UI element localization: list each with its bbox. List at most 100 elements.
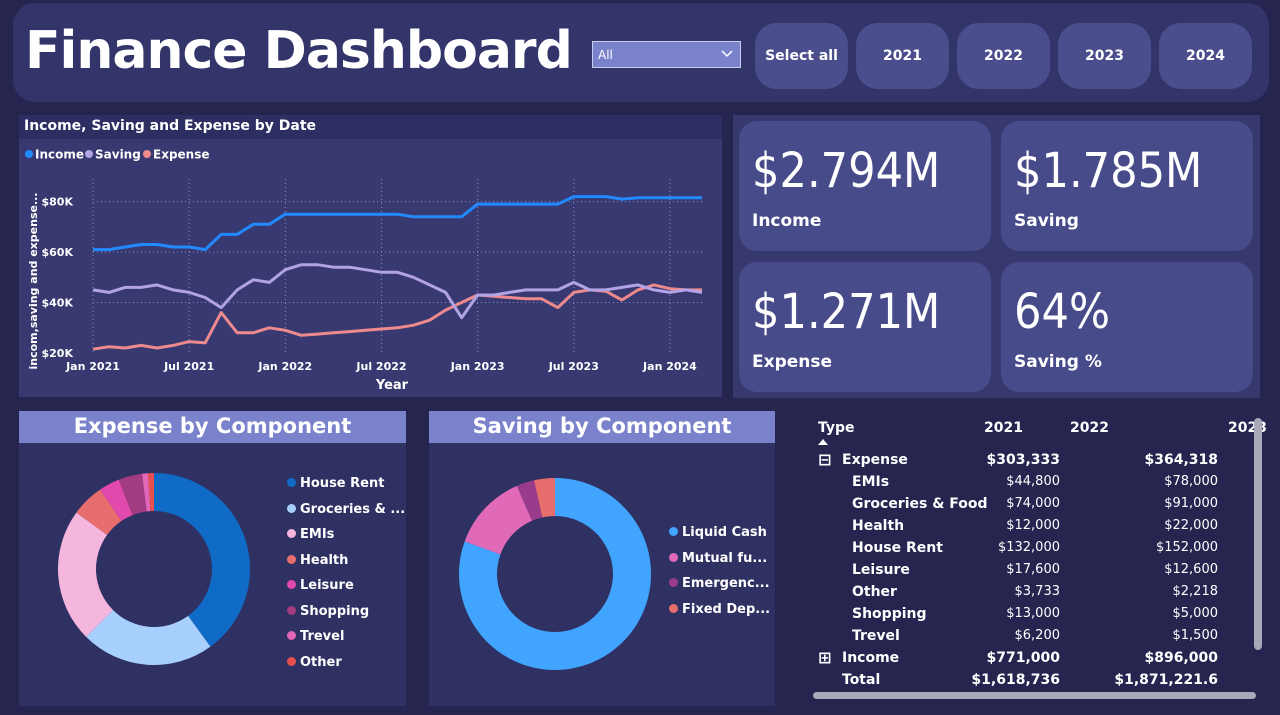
legend-label-income[interactable]: Income <box>35 148 84 162</box>
cell-2022: $5,000 <box>1172 606 1219 621</box>
row-label: Trevel <box>852 628 900 644</box>
legend-item[interactable]: Health <box>287 553 348 568</box>
table-row[interactable]: EMIs $44,800 $78,000 <box>808 474 1258 496</box>
legend-dot <box>669 527 678 536</box>
year-2023-button[interactable]: 2023 <box>1058 23 1151 89</box>
legend-item[interactable]: Mutual fu... <box>669 551 767 566</box>
legend-item[interactable]: Other <box>287 655 342 670</box>
kpi-label: Expense <box>752 352 833 372</box>
legend-item[interactable]: Liquid Cash <box>669 525 767 540</box>
y-tick-label: $80K <box>42 196 74 209</box>
cell-2021: $17,600 <box>1006 562 1060 577</box>
legend-dot <box>287 503 296 513</box>
legend-marker-income <box>25 150 33 158</box>
horizontal-scrollbar[interactable] <box>813 692 1256 699</box>
series-line-saving[interactable] <box>92 263 703 320</box>
legend-label: Health <box>300 552 349 568</box>
vertical-scrollbar[interactable] <box>1254 418 1262 650</box>
legend-item[interactable]: Groceries & ... <box>287 502 405 517</box>
select-all-button[interactable]: Select all <box>755 23 848 89</box>
y-axis-title: incom,saving and expense... <box>27 193 40 370</box>
year-2022-button[interactable]: 2022 <box>957 23 1050 89</box>
table-row[interactable]: Shopping $13,000 $5,000 <box>808 606 1258 628</box>
table-row[interactable]: Total $1,618,736 $1,871,221.6 <box>808 672 1258 694</box>
year-2021-button[interactable]: 2021 <box>856 23 949 89</box>
table-row[interactable]: Health $12,000 $22,000 <box>808 518 1258 540</box>
legend-dot <box>669 552 678 562</box>
column-header-type[interactable]: Type <box>818 420 855 436</box>
row-label: Expense <box>842 452 908 468</box>
x-tick-label: Jan 2021 <box>65 360 120 373</box>
legend-label: EMIs <box>300 527 335 542</box>
cell-2021: $13,000 <box>1006 606 1060 621</box>
cell-2022: $1,500 <box>1172 628 1219 643</box>
x-tick-label: Jul 2022 <box>355 360 406 373</box>
page-title: Finance Dashboard <box>25 21 573 81</box>
cell-2021: $74,000 <box>1006 496 1060 511</box>
legend-item[interactable]: EMIs <box>287 527 334 542</box>
legend-label: Trevel <box>300 629 345 644</box>
cell-2021: $44,800 <box>1006 474 1060 489</box>
legend-label: Groceries & ... <box>300 501 406 517</box>
legend-item[interactable]: Shopping <box>287 604 369 619</box>
legend-item[interactable]: Fixed Dep... <box>669 602 770 617</box>
legend-label: Fixed Dep... <box>682 601 771 617</box>
legend-item[interactable]: Leisure <box>287 578 354 593</box>
table-row[interactable]: Leisure $17,600 $12,600 <box>808 562 1258 584</box>
cell-2022: $12,600 <box>1164 562 1218 577</box>
row-label: EMIs <box>852 474 890 490</box>
legend-label-saving[interactable]: Saving <box>95 148 141 162</box>
legend-label: House Rent <box>300 476 385 491</box>
series-line-income[interactable] <box>93 195 702 252</box>
kpi-saving-percent-card[interactable]: 64% Saving % <box>1001 262 1253 392</box>
column-header-2021[interactable]: 2021 <box>984 420 1023 436</box>
kpi-saving-card[interactable]: $1.785M Saving <box>1001 121 1253 251</box>
expense-donut-chart[interactable] <box>54 469 254 669</box>
legend-label: Emergenc... <box>682 576 770 591</box>
cell-2022: $364,318 <box>1144 452 1218 468</box>
table-row[interactable]: ⊟ Expense $303,333 $364,318 <box>808 450 1258 474</box>
row-label: Other <box>852 584 897 600</box>
kpi-expense-card[interactable]: $1.271M Expense <box>739 262 991 392</box>
legend-item[interactable]: House Rent <box>287 476 384 491</box>
x-tick-label: Jul 2021 <box>163 360 214 373</box>
kpi-label: Saving <box>1014 211 1079 231</box>
year-2024-button[interactable]: 2024 <box>1159 23 1252 89</box>
legend-label: Liquid Cash <box>682 525 767 540</box>
collapse-icon[interactable]: ⊟ <box>818 450 831 469</box>
table-row[interactable]: ⊞ Income $771,000 $896,000 <box>808 648 1258 672</box>
line-chart[interactable]: Income Saving Expense $20K $40K $60K $80K Jan 2… <box>19 139 722 397</box>
legend-label: Mutual fu... <box>682 550 768 566</box>
cell-2021: $6,200 <box>1014 628 1061 643</box>
cell-2022: $896,000 <box>1144 650 1218 666</box>
legend-dot <box>287 631 296 640</box>
expand-icon[interactable]: ⊞ <box>818 648 831 667</box>
row-label: Total <box>842 672 881 688</box>
x-tick-label: Jan 2022 <box>257 360 312 373</box>
table-row[interactable]: Groceries & Food $74,000 $91,000 <box>808 496 1258 518</box>
column-header-2022[interactable]: 2022 <box>1070 420 1109 436</box>
series-line-expense[interactable] <box>92 283 702 351</box>
legend-dot <box>287 580 296 589</box>
y-tick-label: $20K <box>42 347 74 360</box>
legend-label-expense[interactable]: Expense <box>153 148 210 162</box>
legend-dot <box>287 554 296 564</box>
cell-2022: $2,218 <box>1172 584 1219 599</box>
legend-item[interactable]: Trevel <box>287 629 344 644</box>
header-bar: Finance Dashboard All Select all 2021 20… <box>13 3 1269 102</box>
donut-slice[interactable] <box>154 473 250 647</box>
line-chart-title: Income, Saving and Expense by Date <box>19 115 722 139</box>
table-row[interactable]: Other $3,733 $2,218 <box>808 584 1258 606</box>
legend-item[interactable]: Emergenc... <box>669 576 770 591</box>
x-axis-title: Year <box>375 378 409 393</box>
cell-2021: $303,333 <box>986 452 1060 468</box>
kpi-value: $1.785M <box>1014 143 1203 199</box>
saving-donut-chart[interactable] <box>455 474 655 674</box>
legend-dot <box>669 603 678 613</box>
year-dropdown[interactable]: All <box>592 41 741 68</box>
kpi-income-card[interactable]: $2.794M Income <box>739 121 991 251</box>
cell-2022: $152,000 <box>1155 540 1218 555</box>
table-row[interactable]: Trevel $6,200 $1,500 <box>808 628 1258 650</box>
table-row[interactable]: House Rent $132,000 $152,000 <box>808 540 1258 562</box>
row-label: Income <box>842 650 900 666</box>
